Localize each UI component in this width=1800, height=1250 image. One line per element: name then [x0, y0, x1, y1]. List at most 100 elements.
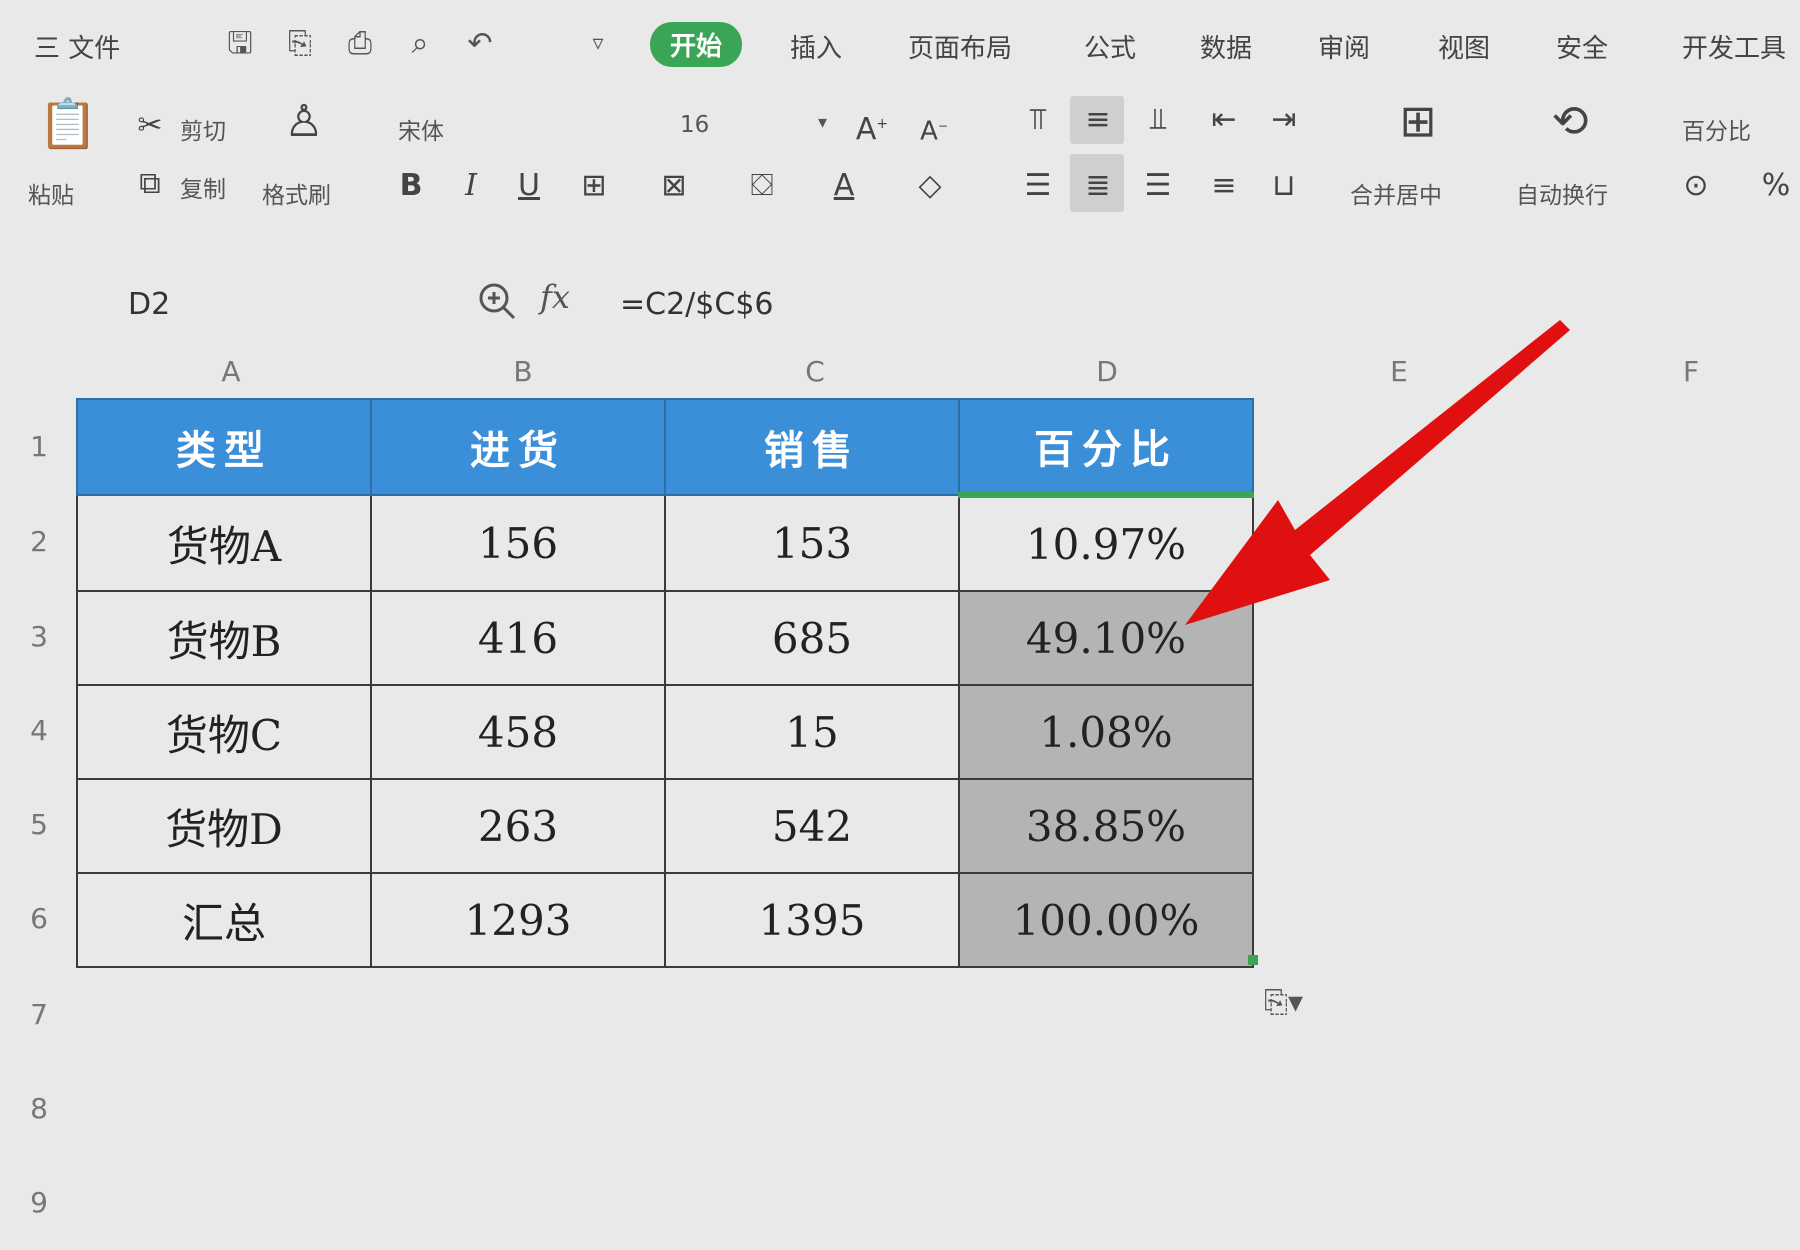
align-left-icon[interactable]: ☰ — [1018, 166, 1058, 206]
cut-button[interactable]: 剪切 — [180, 112, 226, 146]
paste-icon[interactable]: 📋 — [38, 100, 98, 148]
tab-data[interactable]: 数据 — [1200, 28, 1252, 65]
zoom-icon[interactable] — [476, 280, 518, 322]
table-cell[interactable]: 263 — [370, 778, 666, 874]
font-size-select[interactable]: 16 — [680, 112, 709, 138]
tab-security[interactable]: 安全 — [1556, 28, 1608, 65]
formula-input[interactable]: =C2/$C$6 — [620, 282, 774, 328]
tab-formulas[interactable]: 公式 — [1084, 28, 1136, 65]
underline-icon[interactable]: U — [512, 166, 546, 206]
active-cell[interactable]: 10.97% — [958, 494, 1254, 592]
tab-page-layout[interactable]: 页面布局 — [908, 28, 1012, 65]
row-header-3[interactable]: 3 — [24, 620, 54, 653]
table-cell[interactable]: 542 — [664, 778, 960, 874]
table-cell[interactable]: 货物B — [76, 590, 372, 686]
paste-button[interactable]: 粘贴 — [28, 176, 74, 210]
row-header-7[interactable]: 7 — [24, 998, 54, 1031]
merge-center-icon[interactable]: ⊞ — [1388, 100, 1448, 144]
selected-cell[interactable]: 1.08% — [958, 684, 1254, 780]
italic-icon[interactable]: I — [454, 166, 488, 206]
wrap-text-button[interactable]: 自动换行 — [1516, 176, 1608, 210]
table-cell[interactable]: 货物A — [76, 494, 372, 592]
align-middle-icon[interactable]: ≡ — [1078, 100, 1118, 140]
table-cell[interactable]: 156 — [370, 494, 666, 592]
print-preview-icon[interactable]: ⌕ — [402, 26, 438, 62]
table-cell[interactable]: 458 — [370, 684, 666, 780]
row-header-9[interactable]: 9 — [24, 1186, 54, 1219]
selected-cell[interactable]: 38.85% — [958, 778, 1254, 874]
row-header-1[interactable]: 1 — [24, 430, 54, 463]
align-center-icon[interactable]: ≣ — [1078, 166, 1118, 206]
header-cell-sales[interactable]: 销售 — [664, 398, 960, 496]
column-header-d[interactable]: D — [1092, 355, 1122, 388]
selected-cell[interactable]: 100.00% — [958, 872, 1254, 968]
row-header-5[interactable]: 5 — [24, 808, 54, 841]
header-cell-type[interactable]: 类型 — [76, 398, 372, 496]
row-header-6[interactable]: 6 — [24, 902, 54, 935]
borders-icon[interactable]: ⊞ — [574, 166, 614, 206]
save-icon[interactable]: 🖫 — [222, 26, 258, 62]
column-header-b[interactable]: B — [508, 355, 538, 388]
percent-style-button[interactable]: % — [1756, 166, 1796, 206]
table-cell[interactable]: 1395 — [664, 872, 960, 968]
merge-center-button[interactable]: 合并居中 — [1350, 176, 1442, 210]
clear-format-icon[interactable]: ◇ — [910, 166, 950, 206]
tab-insert[interactable]: 插入 — [790, 28, 842, 65]
table-cell[interactable]: 货物D — [76, 778, 372, 874]
file-menu[interactable]: 三 文件 — [34, 28, 120, 65]
fill-color-icon[interactable]: ⛋ — [742, 166, 782, 206]
increase-font-icon[interactable]: A+ — [852, 104, 892, 150]
selected-cell[interactable]: 49.10% — [958, 590, 1254, 686]
decrease-font-icon[interactable]: A− — [914, 106, 954, 152]
table-header-row: 类型 进货 销售 百分比 — [76, 398, 1254, 498]
copy-icon[interactable]: ⧉ — [132, 164, 168, 204]
row-header-4[interactable]: 4 — [24, 714, 54, 747]
name-box[interactable]: D2 — [128, 282, 358, 328]
table-cell[interactable]: 15 — [664, 684, 960, 780]
print-icon[interactable]: ⎙ — [342, 26, 378, 62]
undo-icon[interactable]: ↶ — [462, 26, 498, 62]
align-right-icon[interactable]: ☰ — [1138, 166, 1178, 206]
header-cell-purchase[interactable]: 进货 — [370, 398, 666, 496]
table-cell[interactable]: 153 — [664, 494, 960, 592]
tab-view[interactable]: 视图 — [1438, 28, 1490, 65]
format-painter-icon[interactable]: ♙ — [276, 100, 332, 144]
column-header-f[interactable]: F — [1676, 355, 1706, 388]
row-header-2[interactable]: 2 — [24, 525, 54, 558]
header-cell-percentage[interactable]: 百分比 — [958, 398, 1254, 498]
number-format-select[interactable]: 百分比 — [1682, 112, 1751, 146]
column-header-a[interactable]: A — [216, 355, 246, 388]
tab-developer[interactable]: 开发工具 — [1682, 28, 1786, 65]
decrease-indent-icon[interactable]: ⇤ — [1204, 100, 1244, 140]
table-cell[interactable]: 1293 — [370, 872, 666, 968]
font-name-select[interactable]: 宋体 — [398, 112, 444, 146]
table-cell[interactable]: 货物C — [76, 684, 372, 780]
justify-icon[interactable]: ≡ — [1204, 166, 1244, 206]
customize-dropdown-icon[interactable]: ▿ — [580, 26, 616, 62]
align-top-icon[interactable]: ⫪ — [1018, 100, 1058, 140]
paste-options-icon[interactable]: ⎘▾ — [1264, 985, 1303, 1020]
format-painter-button[interactable]: 格式刷 — [262, 176, 331, 210]
tab-home[interactable]: 开始 — [650, 22, 743, 67]
column-header-e[interactable]: E — [1384, 355, 1414, 388]
increase-indent-icon[interactable]: ⇥ — [1264, 100, 1304, 140]
fill-handle[interactable] — [1248, 955, 1258, 965]
distributed-icon[interactable]: ⊔ — [1264, 166, 1304, 206]
table-cell[interactable]: 685 — [664, 590, 960, 686]
font-size-dropdown-icon[interactable]: ▾ — [818, 112, 827, 133]
bold-icon[interactable]: B — [394, 166, 428, 206]
currency-icon[interactable]: ⊙ — [1676, 166, 1716, 206]
tab-review[interactable]: 审阅 — [1318, 28, 1370, 65]
wrap-text-icon[interactable]: ⟲ — [1540, 100, 1600, 144]
column-header-c[interactable]: C — [800, 355, 830, 388]
table-cell[interactable]: 416 — [370, 590, 666, 686]
export-icon[interactable]: ⎘ — [282, 26, 318, 62]
row-header-8[interactable]: 8 — [24, 1092, 54, 1125]
font-color-icon[interactable]: A — [826, 166, 862, 206]
scissors-icon[interactable]: ✂ — [132, 106, 168, 146]
cell-style-icon[interactable]: ⊠ — [654, 166, 694, 206]
fx-icon[interactable]: fx — [540, 278, 570, 316]
table-cell[interactable]: 汇总 — [76, 872, 372, 968]
align-bottom-icon[interactable]: ⫫ — [1138, 100, 1178, 140]
copy-button[interactable]: 复制 — [180, 170, 226, 204]
